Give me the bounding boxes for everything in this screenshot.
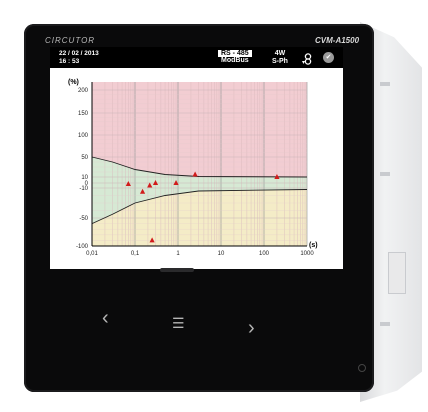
y-tick-label: 100 (78, 133, 89, 139)
comm-indicator: RS - 485 ModBus (218, 50, 252, 64)
y-tick-label: 150 (78, 111, 89, 117)
screen-tab-indicator (160, 268, 194, 272)
comm-bus-label: ModBus (221, 57, 249, 64)
y-tick-label: -100 (76, 244, 89, 250)
y-tick-label: 50 (81, 155, 88, 161)
y-tick-label: -50 (79, 216, 88, 222)
x-tick-label: 1 (176, 251, 180, 257)
region-overvoltage (92, 82, 307, 177)
x-tick-label: 100 (259, 251, 270, 257)
y-tick-label: -10 (79, 186, 88, 192)
time-label: 16 : 53 (59, 58, 80, 65)
brand-logo: CIRCUTOR (45, 36, 96, 45)
datetime: 22 / 02 / 2013 16 : 53 (59, 50, 99, 66)
status-led (358, 364, 366, 372)
y-tick-label: 200 (78, 88, 89, 94)
wiring-indicator: 4W S-Ph (272, 50, 288, 66)
y-axis-label: (%) (68, 79, 79, 86)
model-label: CVM-A1500 (315, 36, 360, 45)
comm-protocol-label: RS - 485 (218, 50, 252, 57)
wiring-mode-label: 4W (274, 50, 286, 57)
coil-icon (302, 53, 312, 65)
x-tick-label: 0,1 (131, 251, 140, 257)
date-label: 22 / 02 / 2013 (59, 50, 99, 57)
display-screen: 22 / 02 / 2013 16 : 53 RS - 485 ModBus 4W… (50, 47, 343, 269)
x-tick-label: 10 (218, 251, 225, 257)
x-tick-label: 0,01 (86, 251, 98, 257)
chevron-left-icon[interactable]: ‹ (102, 308, 109, 328)
check-icon: ✔ (323, 52, 334, 63)
chevron-right-icon[interactable]: › (248, 318, 255, 338)
itic-curve-chart: 20015010050100-10-50-1000,01 0,1 1 10 100 100… (68, 79, 318, 257)
x-tick-label: 1000 (300, 251, 314, 257)
status-bar: 22 / 02 / 2013 16 : 53 RS - 485 ModBus 4W… (50, 47, 343, 68)
wiring-phase-label: S-Ph (272, 58, 288, 65)
x-axis-label: (s) (309, 242, 318, 249)
menu-icon[interactable]: ☰ (172, 313, 185, 333)
